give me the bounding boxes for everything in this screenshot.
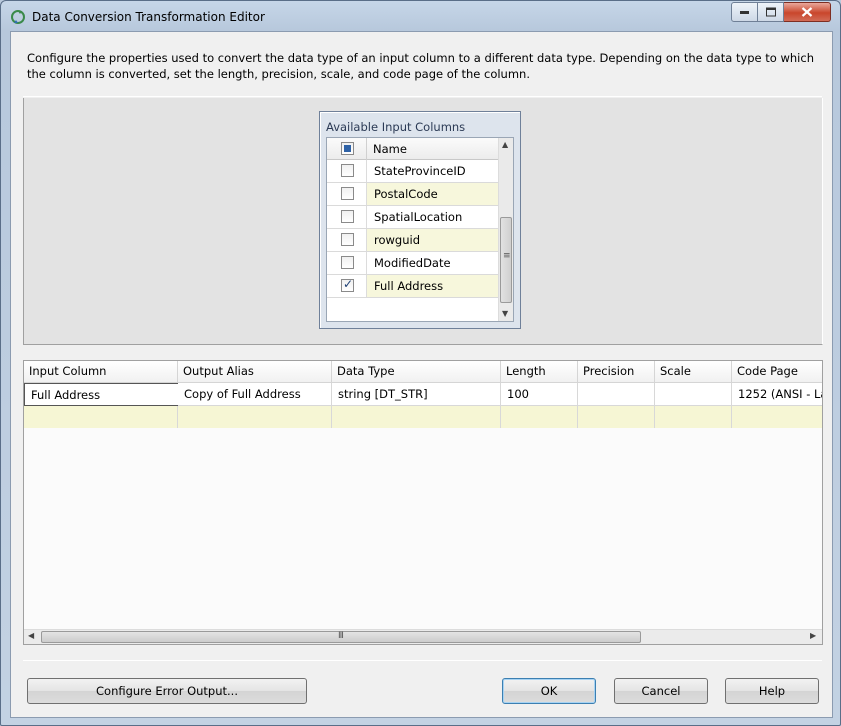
title-bar[interactable]: Data Conversion Transformation Editor <box>1 1 840 31</box>
vertical-scrollbar[interactable]: ▲ ≡ ▼ <box>498 138 513 321</box>
column-header-scale[interactable]: Scale <box>655 361 732 383</box>
scroll-right-icon[interactable]: ▶ <box>810 631 816 640</box>
available-input-columns-panel: Available Input Columns Name StateProvin… <box>319 111 521 329</box>
column-name: SpatialLocation <box>374 210 463 224</box>
column-name: rowguid <box>367 229 498 251</box>
list-item[interactable]: rowguid <box>327 229 498 252</box>
window-title: Data Conversion Transformation Editor <box>32 10 265 24</box>
editor-window: Data Conversion Transformation Editor Co… <box>0 0 841 726</box>
column-header-code-page[interactable]: Code Page <box>732 361 822 383</box>
output-columns-grid: Input Column Output Alias Data Type Leng… <box>23 360 823 645</box>
column-header-precision[interactable]: Precision <box>578 361 655 383</box>
scroll-thumb[interactable]: III <box>41 631 641 643</box>
list-item[interactable]: StateProvinceID <box>327 160 498 183</box>
column-checkbox-checked[interactable] <box>341 277 354 292</box>
column-name: Full Address <box>367 275 498 297</box>
scroll-left-icon[interactable]: ◀ <box>28 631 34 640</box>
new-row-cell[interactable] <box>732 406 822 428</box>
new-row-cell[interactable] <box>501 406 578 428</box>
column-header-length[interactable]: Length <box>501 361 578 383</box>
dialog-client-area: Configure the properties used to convert… <box>10 31 833 718</box>
list-item[interactable]: Full Address <box>327 275 498 298</box>
column-checkbox[interactable] <box>341 187 354 200</box>
scroll-up-icon[interactable]: ▲ <box>502 140 508 149</box>
column-name: ModifiedDate <box>374 256 451 270</box>
grip-icon: ≡ <box>503 251 511 261</box>
scale-cell[interactable] <box>655 383 732 406</box>
column-checkbox[interactable] <box>341 164 354 177</box>
column-name: PostalCode <box>367 183 498 205</box>
minimize-icon <box>739 11 749 14</box>
grip-icon: III <box>338 631 344 641</box>
column-checkbox[interactable] <box>341 210 354 223</box>
precision-cell[interactable] <box>578 383 655 406</box>
column-header-input-column[interactable]: Input Column <box>24 361 178 383</box>
new-row-cell[interactable] <box>332 406 501 428</box>
cancel-button[interactable]: Cancel <box>614 678 708 704</box>
scroll-thumb[interactable]: ≡ <box>500 217 512 303</box>
list-item[interactable]: PostalCode <box>327 183 498 206</box>
column-mapping-area: Available Input Columns Name StateProvin… <box>23 98 823 345</box>
data-conversion-icon <box>10 9 26 25</box>
maximize-button[interactable] <box>758 2 784 22</box>
close-button[interactable] <box>784 2 831 22</box>
column-checkbox[interactable] <box>341 233 354 246</box>
length-cell[interactable]: 100 <box>501 383 578 406</box>
new-row-cell[interactable] <box>178 406 332 428</box>
available-columns-grid: Name StateProvinceID PostalCode SpatialL… <box>326 137 514 322</box>
select-all-cell <box>327 138 367 160</box>
select-all-checkbox[interactable] <box>341 142 354 155</box>
separator <box>23 96 822 97</box>
ok-button[interactable]: OK <box>502 678 596 704</box>
output-alias-cell[interactable]: Copy of Full Address <box>178 383 332 406</box>
column-header-output-alias[interactable]: Output Alias <box>178 361 332 383</box>
maximize-icon <box>765 7 776 17</box>
column-checkbox[interactable] <box>341 256 354 269</box>
list-item[interactable]: ModifiedDate <box>327 252 498 275</box>
horizontal-scrollbar[interactable]: ◀ III ▶ <box>24 629 822 644</box>
separator <box>23 660 822 661</box>
column-name: StateProvinceID <box>374 164 466 178</box>
available-columns-title: Available Input Columns <box>326 120 466 134</box>
scroll-down-icon[interactable]: ▼ <box>502 309 508 318</box>
list-item[interactable]: SpatialLocation <box>327 206 498 229</box>
grid-header: Name <box>327 138 498 160</box>
new-row-cell[interactable] <box>655 406 732 428</box>
column-header-data-type[interactable]: Data Type <box>332 361 501 383</box>
name-column-header[interactable]: Name <box>373 142 407 156</box>
configure-error-output-button[interactable]: Configure Error Output... <box>27 678 307 704</box>
help-button[interactable]: Help <box>725 678 819 704</box>
code-page-cell[interactable]: 1252 (ANSI - Latin I) <box>732 383 822 406</box>
new-row-cell[interactable] <box>578 406 655 428</box>
description-text: Configure the properties used to convert… <box>27 51 814 81</box>
new-row-cell[interactable] <box>24 406 178 428</box>
close-icon <box>801 7 813 17</box>
data-type-cell[interactable]: string [DT_STR] <box>332 383 501 406</box>
input-column-cell[interactable]: Full Address <box>24 383 179 406</box>
minimize-button[interactable] <box>731 2 758 22</box>
